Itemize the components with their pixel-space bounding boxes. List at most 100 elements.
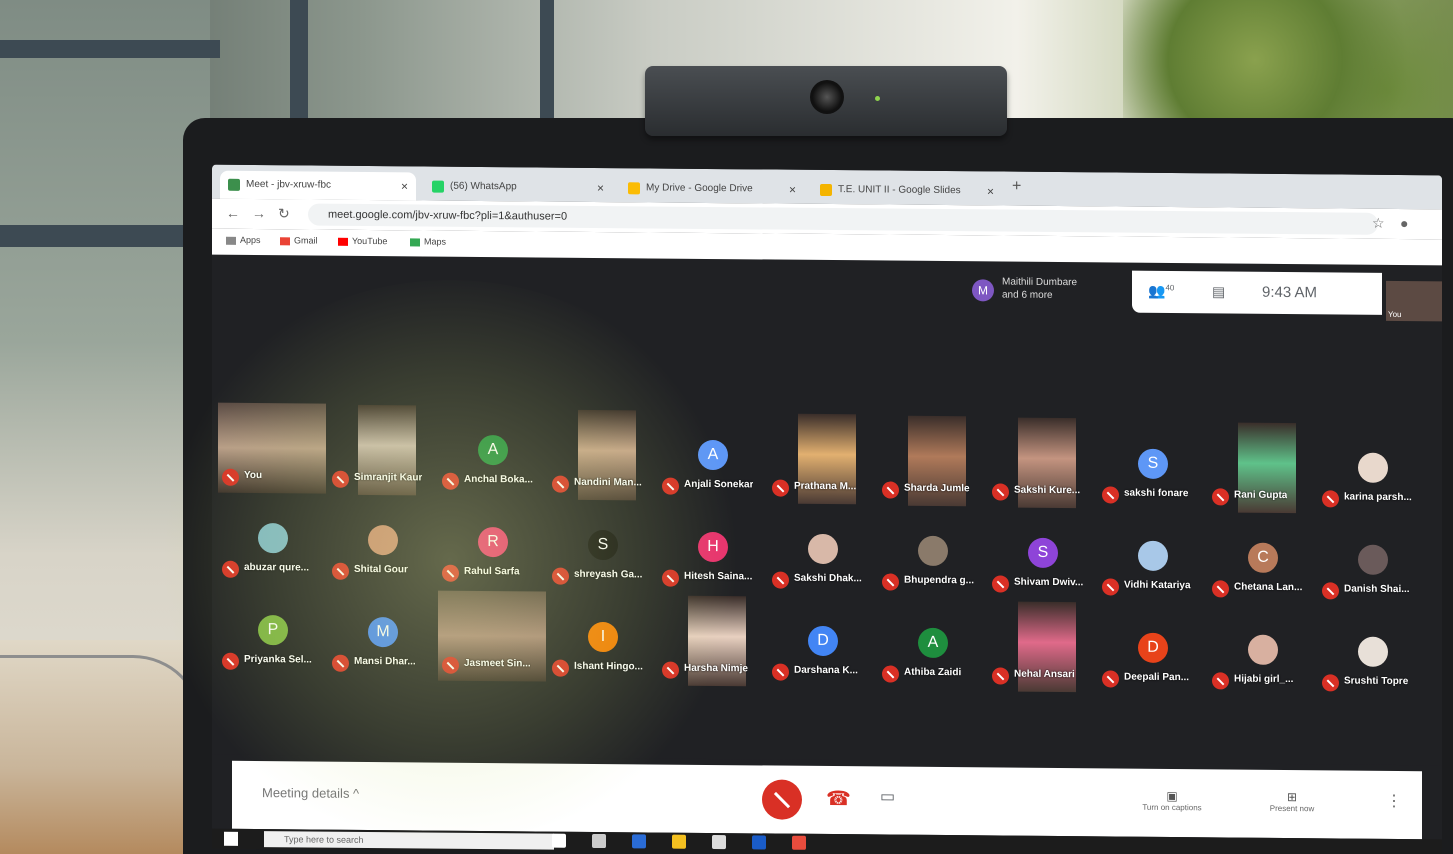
tab-favicon-icon bbox=[432, 180, 444, 193]
bookmark-item[interactable]: Apps bbox=[226, 235, 261, 245]
participant-tile[interactable]: Vidhi Katariya bbox=[1098, 512, 1206, 603]
windows-start-icon[interactable] bbox=[224, 831, 238, 846]
mic-muted-icon bbox=[1102, 669, 1119, 688]
participant-name: Bhupendra g... bbox=[904, 574, 974, 587]
mic-muted-icon bbox=[1102, 485, 1119, 504]
participant-name: Deepali Pan... bbox=[1124, 671, 1190, 683]
close-tab-icon[interactable]: × bbox=[401, 172, 408, 200]
store-icon[interactable] bbox=[712, 834, 726, 850]
profile-icon[interactable]: ● bbox=[1400, 215, 1408, 231]
participant-tile[interactable]: Srushti Topre bbox=[1318, 608, 1426, 699]
participant-name: Darshana K... bbox=[794, 664, 858, 677]
captions-button[interactable]: ▣ Turn on captions bbox=[1132, 789, 1212, 813]
close-tab-icon[interactable]: × bbox=[789, 176, 796, 204]
cable bbox=[0, 655, 203, 768]
participant-avatar bbox=[1358, 452, 1388, 483]
participant-avatar bbox=[918, 535, 948, 567]
webcam-led bbox=[875, 96, 880, 101]
participant-tile[interactable]: D Deepali Pan... bbox=[1098, 604, 1206, 695]
search-icon[interactable] bbox=[552, 833, 566, 848]
present-button[interactable]: ⊞ Present now bbox=[1252, 790, 1332, 814]
bookmark-item[interactable]: YouTube bbox=[338, 236, 387, 246]
participant-tile[interactable]: Sakshi Kure... bbox=[988, 418, 1096, 509]
captions-label: Turn on captions bbox=[1142, 802, 1202, 813]
presence-avatar: M bbox=[972, 279, 994, 302]
webcam bbox=[645, 66, 1007, 136]
window-bar bbox=[0, 40, 210, 58]
participant-tile[interactable]: Prathana M... bbox=[768, 413, 876, 505]
bookmark-label: YouTube bbox=[352, 235, 388, 247]
browser-tab[interactable]: (56) WhatsApp × bbox=[424, 172, 612, 202]
bookmark-item[interactable]: Gmail bbox=[280, 235, 318, 246]
participant-tile[interactable]: Sharda Jumle bbox=[878, 415, 986, 507]
participant-tile[interactable]: karina parsh... bbox=[1318, 424, 1426, 515]
tab-label: T.E. UNIT II - Google Slides bbox=[838, 184, 961, 197]
participant-name: Danish Shai... bbox=[1344, 583, 1410, 596]
close-tab-icon[interactable]: × bbox=[597, 174, 604, 202]
participant-name: Sakshi Kure... bbox=[1014, 485, 1081, 497]
bookmark-icon bbox=[338, 237, 348, 246]
back-icon[interactable]: ← bbox=[226, 205, 240, 221]
participant-avatar: C bbox=[1248, 542, 1278, 573]
new-tab-icon[interactable]: + bbox=[1012, 178, 1021, 196]
participant-tile[interactable]: Ssakshi fonare bbox=[1098, 420, 1206, 511]
close-tab-icon[interactable]: × bbox=[987, 177, 994, 205]
presence-names: Maithili Dumbare and 6 more bbox=[1002, 276, 1077, 303]
forward-icon[interactable]: → bbox=[252, 205, 266, 221]
participant-count: 40 bbox=[1165, 283, 1175, 293]
participant-avatar: D bbox=[808, 625, 838, 657]
self-view-thumbnail[interactable]: You bbox=[1386, 280, 1442, 322]
more-options-icon[interactable]: ⋮ bbox=[1386, 791, 1402, 811]
participant-tile[interactable]: C Chetana Lan... bbox=[1208, 514, 1316, 605]
meet-info-bar: 👥40 ▤ 9:43 AM bbox=[1132, 270, 1382, 315]
participant-tile[interactable]: Hijabi girl_... bbox=[1208, 606, 1316, 697]
participant-avatar: A bbox=[918, 627, 948, 659]
mic-muted-icon bbox=[882, 665, 899, 683]
bookmark-label: Maps bbox=[424, 236, 447, 247]
browser-tab[interactable]: T.E. UNIT II - Google Slides × bbox=[812, 176, 1002, 206]
participant-avatar bbox=[1358, 544, 1388, 575]
browser-tab[interactable]: Meet - jbv-xruw-fbc × bbox=[220, 170, 416, 201]
chat-icon[interactable]: ▤ bbox=[1212, 283, 1225, 300]
mic-muted-icon bbox=[772, 571, 789, 589]
participant-tile[interactable]: S Shivam Dwiv... bbox=[988, 510, 1096, 601]
participant-name: Hijabi girl_... bbox=[1234, 673, 1294, 685]
people-icon[interactable]: 👥40 bbox=[1148, 283, 1174, 300]
participant-tile[interactable]: Sakshi Dhak... bbox=[768, 505, 876, 596]
tab-label: (56) WhatsApp bbox=[450, 180, 517, 193]
participant-name: Nehal Ansari bbox=[1014, 669, 1075, 681]
mail-icon[interactable] bbox=[752, 835, 766, 850]
folder-icon[interactable] bbox=[672, 834, 686, 849]
task-view-icon[interactable] bbox=[592, 833, 606, 849]
participant-tile[interactable]: Danish Shai... bbox=[1318, 516, 1426, 607]
bookmark-label: Gmail bbox=[294, 235, 318, 246]
reload-icon[interactable]: ↻ bbox=[278, 205, 290, 222]
bookmark-item[interactable]: Maps bbox=[410, 236, 447, 247]
participant-name: Sakshi Dhak... bbox=[794, 572, 862, 585]
tab-favicon-icon bbox=[628, 182, 640, 195]
participant-tile[interactable]: Rani Gupta bbox=[1208, 422, 1316, 513]
edge-icon[interactable] bbox=[632, 834, 646, 849]
participant-tile[interactable]: D Darshana K... bbox=[768, 597, 876, 688]
chrome-icon[interactable] bbox=[792, 835, 806, 850]
hangup-icon[interactable]: ☎ bbox=[826, 786, 851, 811]
participant-avatar bbox=[1248, 634, 1278, 665]
browser-tab[interactable]: My Drive - Google Drive × bbox=[620, 174, 804, 204]
participant-tile[interactable]: A Athiba Zaidi bbox=[878, 600, 986, 691]
star-icon[interactable]: ☆ bbox=[1372, 215, 1385, 232]
participant-name: sakshi fonare bbox=[1124, 487, 1189, 499]
participant-name: Athiba Zaidi bbox=[904, 666, 962, 679]
participant-tile[interactable]: Bhupendra g... bbox=[878, 508, 986, 599]
participant-name: Vidhi Katariya bbox=[1124, 579, 1191, 591]
tab-label: Meet - jbv-xruw-fbc bbox=[246, 178, 332, 191]
participant-tile[interactable]: Nehal Ansari bbox=[988, 602, 1096, 693]
self-view-label: You bbox=[1388, 309, 1402, 320]
meet-top-info: M Maithili Dumbare and 6 more 👥40 ▤ 9:43… bbox=[962, 269, 1382, 315]
participant-avatar: D bbox=[1138, 632, 1168, 663]
camera-icon[interactable]: ▭ bbox=[880, 786, 895, 806]
mic-off-button[interactable] bbox=[762, 779, 802, 820]
captions-icon: ▣ bbox=[1166, 788, 1178, 804]
participant-name: karina parsh... bbox=[1344, 491, 1412, 504]
mic-muted-icon bbox=[992, 483, 1009, 501]
presence-indicator[interactable]: M Maithili Dumbare and 6 more bbox=[962, 269, 1122, 312]
